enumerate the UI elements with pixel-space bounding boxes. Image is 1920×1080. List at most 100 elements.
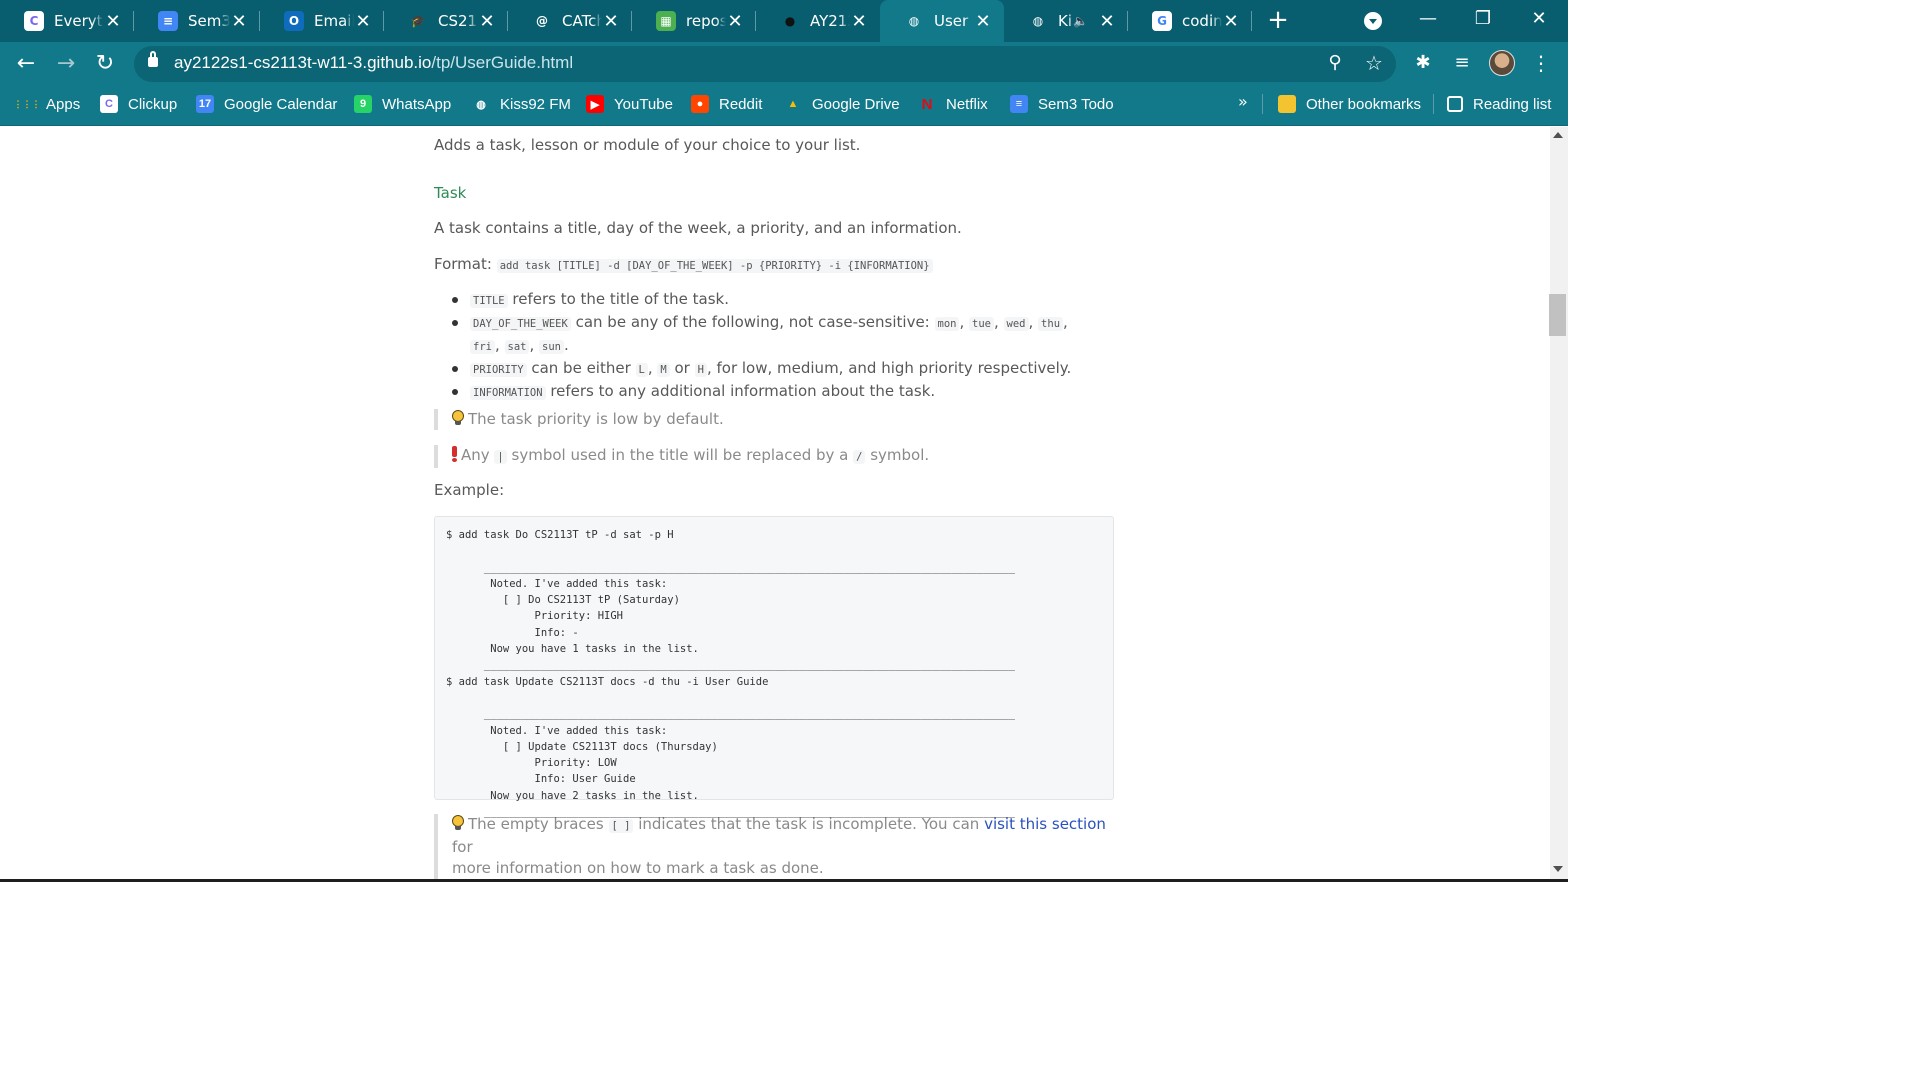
tab-6[interactable]: ▦ reposense✕ — [632, 0, 756, 42]
url-path: /tp/UserGuide.html — [431, 53, 574, 72]
bookmark-label: Google Drive — [812, 95, 900, 113]
list-item: PRIORITY can be either L, M or H, for lo… — [452, 358, 1102, 381]
bookmark-youtube[interactable]: ▶ YouTube — [586, 86, 673, 122]
bookmark-kiss92-fm[interactable]: ◍ Kiss92 FM — [472, 86, 571, 122]
bookmark-label: Netflix — [946, 95, 988, 113]
bookmark-label: Apps — [46, 95, 81, 113]
exclamation-icon — [452, 446, 457, 462]
url-text[interactable]: ay2122s1-cs2113t-w11-3.github.io/tp/User… — [174, 53, 573, 73]
tab-10[interactable]: Gcoding✕ — [1128, 0, 1252, 42]
bookmarks-divider — [1262, 94, 1263, 114]
day-separator: , — [993, 313, 1004, 331]
bookmark-netflix[interactable]: N Netflix — [918, 86, 988, 122]
pipe-code: | — [494, 450, 507, 464]
minimize-button[interactable]: — — [1413, 6, 1443, 32]
close-tab-icon[interactable]: ✕ — [1222, 11, 1240, 32]
window-close-button[interactable]: ✕ — [1524, 6, 1554, 32]
example-code: $ add task Do CS2113T tP -d sat -p H ___… — [446, 529, 1015, 819]
other-bookmarks-label: Other bookmarks — [1306, 95, 1422, 113]
close-tab-icon[interactable]: ✕ — [974, 11, 992, 32]
param-code: DAY_OF_THE_WEEK — [470, 317, 571, 331]
tab-1[interactable]: C Everything✕ — [0, 0, 134, 42]
reload-button[interactable]: ↻ — [93, 52, 117, 76]
bookmark-google-calendar[interactable]: 17 Google Calendar — [196, 86, 337, 122]
visit-section-link[interactable]: visit this section — [984, 815, 1106, 833]
day-code: fri — [470, 340, 495, 354]
menu-icon[interactable]: ⋮ — [1530, 52, 1552, 74]
day-separator: , — [529, 336, 540, 354]
tab-5[interactable]: @ CATcher✕ — [508, 0, 632, 42]
bookmark-whatsapp[interactable]: 9 WhatsApp — [354, 86, 451, 122]
lock-icon[interactable] — [148, 51, 158, 67]
tab-search-icon[interactable] — [1364, 12, 1382, 30]
param-code: INFORMATION — [470, 386, 546, 400]
intro-text: Adds a task, lesson or module of your ch… — [434, 136, 861, 154]
close-tab-icon[interactable]: ✕ — [850, 11, 868, 32]
zoom-icon[interactable]: ⚲ — [1324, 52, 1346, 74]
media-control-icon[interactable]: ≡ — [1451, 52, 1473, 74]
bookmarks-divider — [1433, 94, 1434, 114]
scroll-down-arrow-icon[interactable] — [1553, 866, 1563, 872]
drive-icon: ▲ — [784, 95, 802, 113]
tab-4[interactable]: 🎓 CS2113T✕ — [384, 0, 508, 42]
param-text: can be either — [526, 359, 636, 377]
slash-code: / — [853, 450, 866, 464]
close-tab-icon[interactable]: ✕ — [230, 11, 248, 32]
param-code: TITLE — [470, 294, 508, 308]
bookmark-google-drive[interactable]: ▲ Google Drive — [784, 86, 900, 122]
clickup-icon: C — [24, 11, 44, 31]
param-text: , for low, medium, and high priority res… — [706, 359, 1072, 377]
docs-icon: ≡ — [1010, 95, 1028, 113]
close-tab-icon[interactable]: ✕ — [726, 11, 744, 32]
tab-strip: CEverything✕≡Sem3 Todo✕OEmail - Outlook✕… — [0, 0, 1568, 42]
day-separator: , — [1028, 313, 1039, 331]
forward-button[interactable]: → — [54, 52, 78, 76]
tab-7[interactable]: ● AY2122✕ — [756, 0, 880, 42]
tab-title: reposense — [686, 12, 726, 30]
warning-callout: Any | symbol used in the title will be r… — [434, 445, 929, 468]
lightbulb-icon — [452, 815, 464, 831]
bookmark-clickup[interactable]: C Clickup — [100, 86, 177, 122]
netflix-icon: N — [918, 95, 936, 113]
close-tab-icon[interactable]: ✕ — [602, 11, 620, 32]
tab-3[interactable]: O Email - Outlook✕ — [260, 0, 384, 42]
list-item: TITLE refers to the title of the task. — [452, 289, 1102, 312]
tab-title: AY2122 — [810, 12, 850, 30]
tip-text: for — [452, 838, 473, 856]
bookmark-label: Sem3 Todo — [1038, 95, 1114, 113]
tab-2[interactable]: ≡ Sem3 Todo✕ — [134, 0, 260, 42]
page-viewport: Adds a task, lesson or module of your ch… — [0, 127, 1550, 882]
extensions-icon[interactable]: ✱ — [1412, 52, 1434, 74]
param-code: PRIORITY — [470, 363, 527, 377]
restore-button[interactable]: ❐ — [1468, 6, 1498, 32]
profile-avatar[interactable] — [1489, 50, 1515, 76]
param-text: can be any of the following, not case-se… — [570, 313, 935, 331]
param-text: refers to the title of the task. — [507, 290, 729, 308]
tab-title: CATcher — [562, 12, 602, 30]
tab-9[interactable]: ◍ Kiss92🔈 ✕ — [1004, 0, 1128, 42]
section-heading-task: Task — [434, 184, 467, 202]
day-code: sun — [539, 340, 564, 354]
close-tab-icon[interactable]: ✕ — [1098, 11, 1116, 32]
close-tab-icon[interactable]: ✕ — [104, 11, 122, 32]
bookmark-apps[interactable]: ⋮⋮⋮ Apps — [14, 86, 81, 122]
tip-text: indicates that the task is incomplete. Y… — [633, 815, 985, 833]
day-code: thu — [1038, 317, 1064, 331]
close-tab-icon[interactable]: ✕ — [478, 11, 496, 32]
bookmark-sem3-todo[interactable]: ≡ Sem3 Todo — [1010, 86, 1114, 122]
scrollbar-thumb[interactable] — [1549, 294, 1566, 336]
reading-list-label: Reading list — [1473, 95, 1552, 113]
tab-8[interactable]: ◍ User Guide✕ — [880, 0, 1004, 42]
bookmark-star-icon[interactable]: ☆ — [1363, 52, 1385, 74]
other-bookmarks-button[interactable]: Other bookmarks — [1278, 86, 1421, 122]
close-tab-icon[interactable]: ✕ — [354, 11, 372, 32]
more-bookmarks-button[interactable]: » — [1238, 92, 1248, 111]
priority-high-code: H — [694, 363, 707, 377]
speaker-icon[interactable]: 🔈 — [1073, 14, 1088, 28]
reading-list-button[interactable]: Reading list — [1447, 86, 1551, 122]
bookmark-reddit[interactable]: ● Reddit — [691, 86, 762, 122]
scroll-up-arrow-icon[interactable] — [1553, 132, 1563, 138]
new-tab-button[interactable]: + — [1265, 7, 1291, 33]
back-button[interactable]: ← — [14, 52, 38, 76]
scrollbar-track[interactable] — [1550, 127, 1568, 882]
